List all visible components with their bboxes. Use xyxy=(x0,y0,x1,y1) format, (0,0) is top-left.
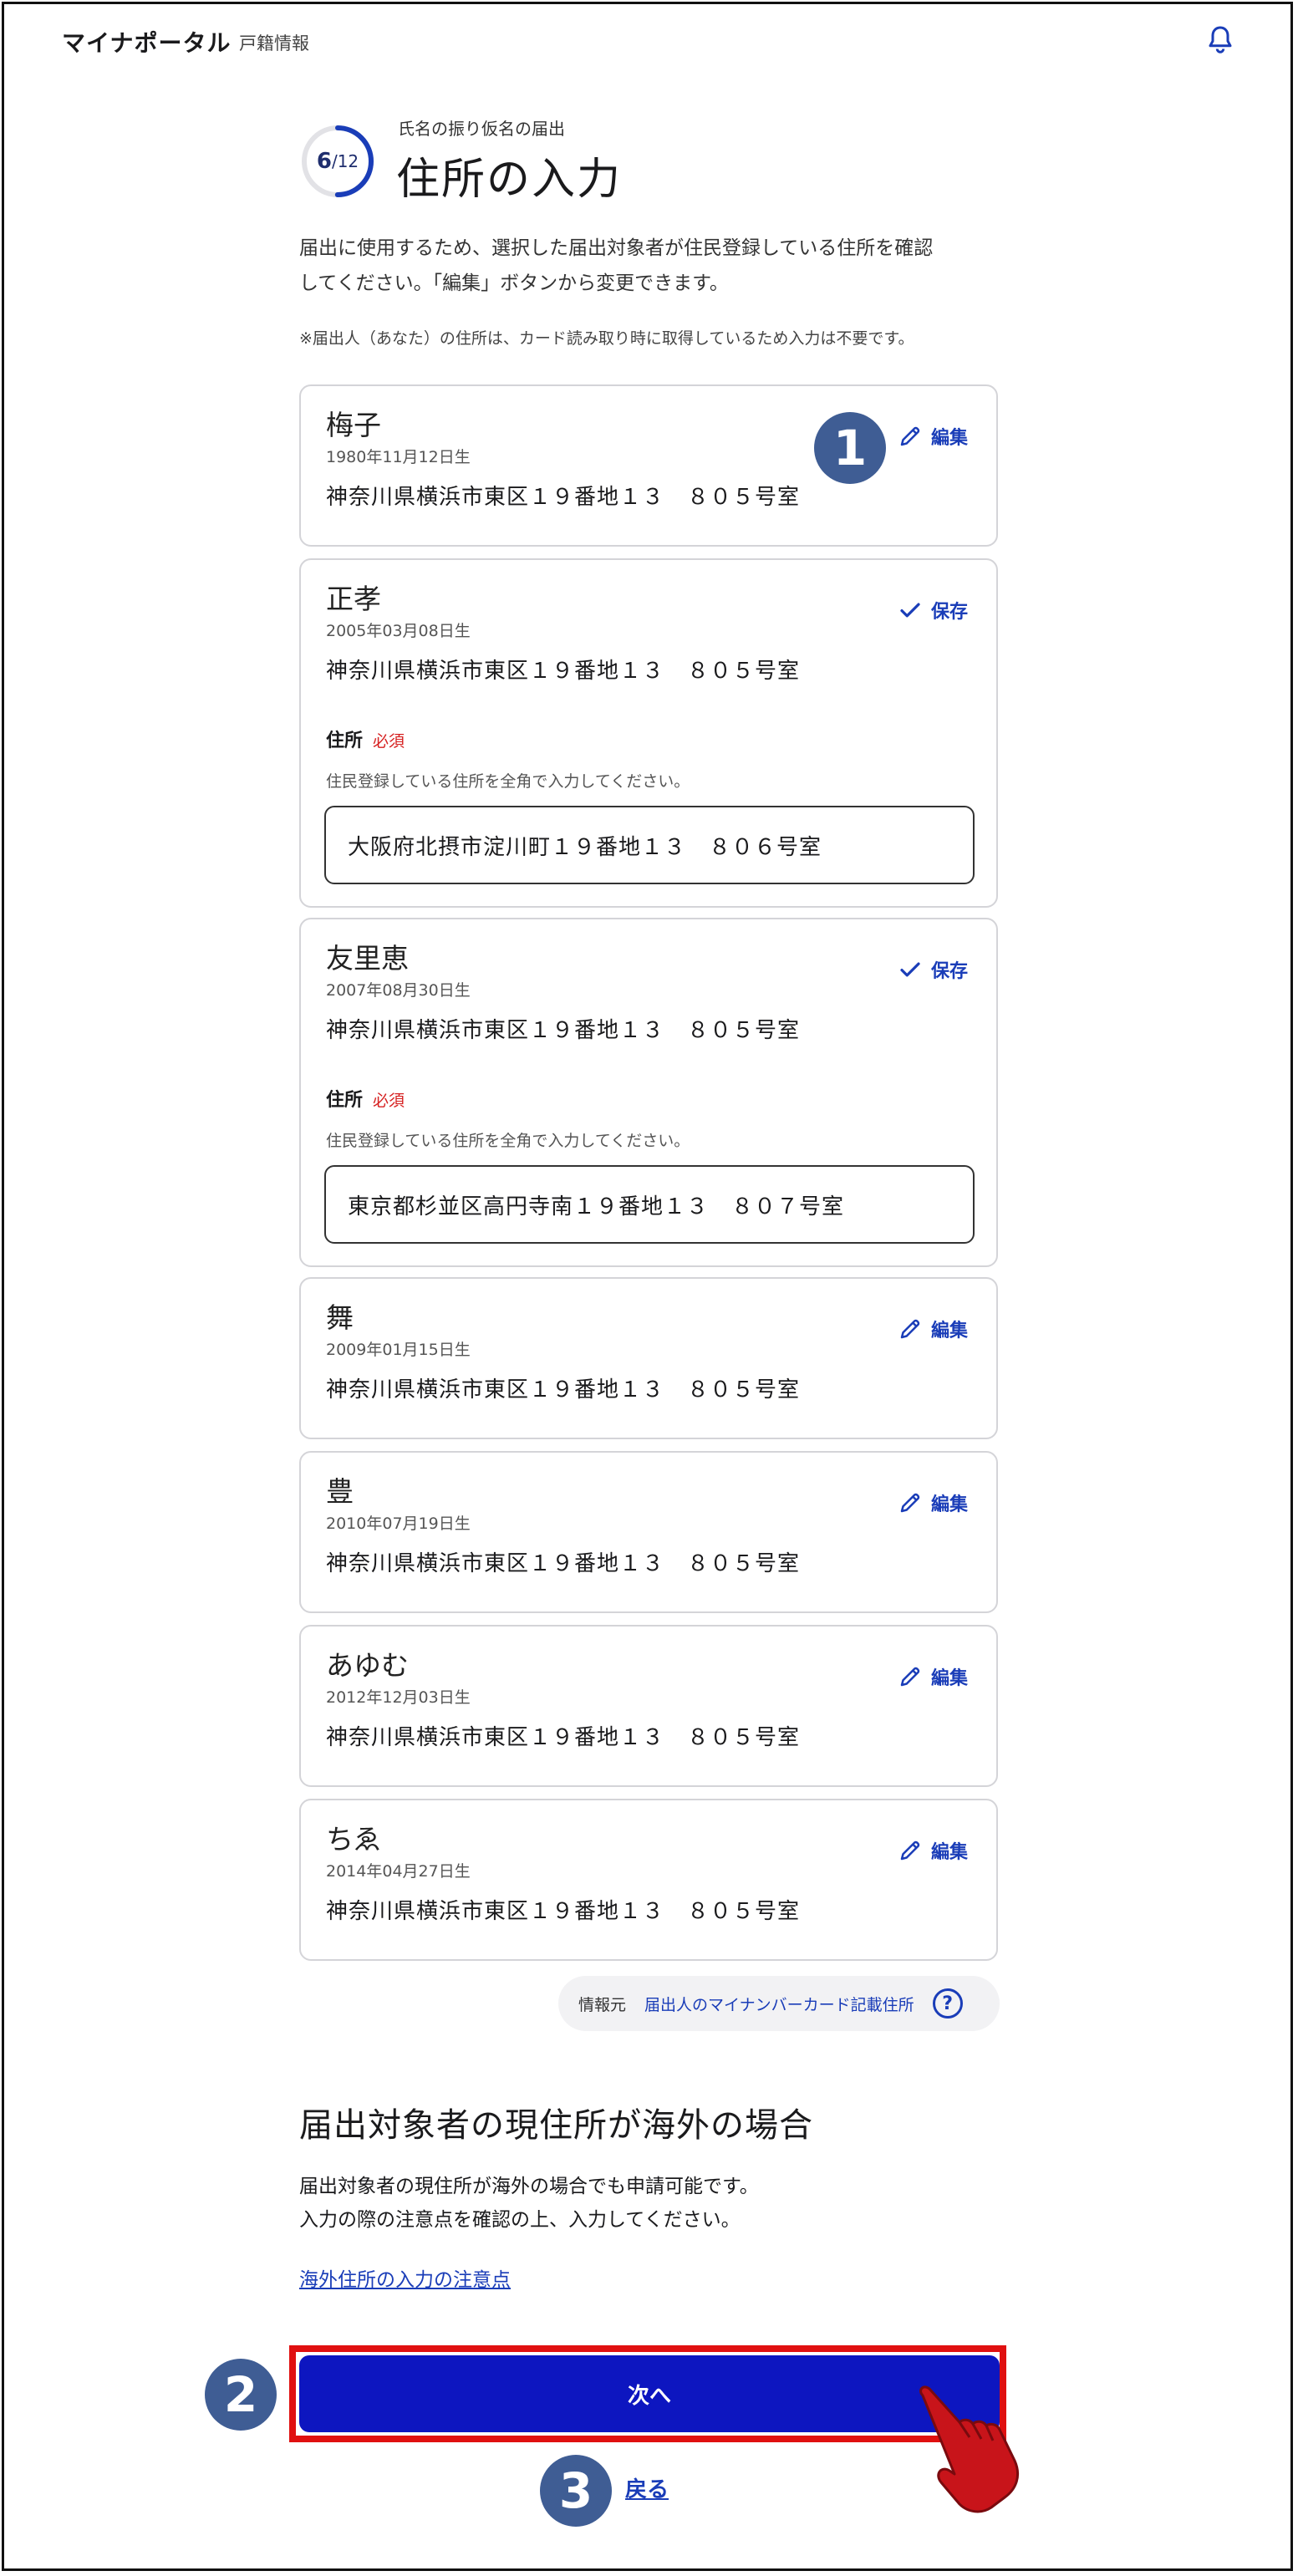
person-card: 梅子 1980年11月12日生神奈川県横浜市東区１９番地１３ ８０５号室 編集 xyxy=(299,384,998,547)
bell-icon[interactable] xyxy=(1205,23,1235,57)
description-line: してください。「編集」ボタンから変更できます。 xyxy=(299,272,729,294)
address-hint: 住民登録している住所を全角で入力してください。 xyxy=(326,1132,690,1150)
required-badge: 必須 xyxy=(373,1092,405,1110)
pencil-icon xyxy=(900,1319,920,1339)
overseas-body: 届出対象者の現住所が海外の場合でも申請可能です。 入力の際の注意点を確認の上、入… xyxy=(299,2170,759,2237)
source-label: 情報元 xyxy=(578,1995,627,2014)
save-button[interactable]: 保存 xyxy=(898,956,968,983)
app-name[interactable]: マイナポータル xyxy=(62,25,231,59)
save-label: 保存 xyxy=(930,602,968,623)
person-address: 神奈川県横浜市東区１９番地１３ ８０５号室 xyxy=(326,659,801,684)
save-button[interactable]: 保存 xyxy=(898,597,968,624)
person-card: あゆむ 2012年12月03日生神奈川県横浜市東区１９番地１３ ８０５号室 編集 xyxy=(299,1625,998,1787)
person-card: ちゑ 2014年04月27日生神奈川県横浜市東区１９番地１３ ８０５号室 編集 xyxy=(299,1799,998,1961)
field-label-text: 住所 xyxy=(326,1090,364,1111)
person-address: 神奈川県横浜市東区１９番地１３ ８０５号室 xyxy=(326,1377,801,1403)
progress-counter: 6/12 xyxy=(300,124,375,199)
person-card: 舞 2009年01月15日生神奈川県横浜市東区１９番地１３ ８０５号室 編集 xyxy=(299,1277,998,1439)
edit-label: 編集 xyxy=(930,428,968,449)
edit-button[interactable]: 編集 xyxy=(898,1837,968,1864)
pencil-icon xyxy=(900,1667,920,1687)
overseas-title: 届出対象者の現住所が海外の場合 xyxy=(299,2106,813,2145)
source-chip: 情報元 届出人のマイナンバーカード記載住所 ? xyxy=(558,1976,1000,2031)
step-caption: 氏名の振り仮名の届出 xyxy=(398,119,565,139)
person-birthdate: 1980年11月12日生 xyxy=(326,448,471,466)
progress-total: /12 xyxy=(331,151,359,171)
person-name: ちゑ xyxy=(326,1823,381,1856)
page-title: 住所の入力 xyxy=(396,155,623,205)
person-birthdate: 2007年08月30日生 xyxy=(326,981,471,1000)
person-card: 豊 2010年07月19日生神奈川県横浜市東区１９番地１３ ８０５号室 編集 xyxy=(299,1451,998,1613)
address-field-label: 住所 必須 xyxy=(326,725,405,752)
address-hint: 住民登録している住所を全角で入力してください。 xyxy=(326,772,690,791)
person-address: 神奈川県横浜市東区１９番地１３ ８０５号室 xyxy=(326,1551,801,1576)
check-icon xyxy=(900,962,920,977)
person-card: 正孝 2005年03月08日生神奈川県横浜市東区１９番地１３ ８０５号室 保存住所必… xyxy=(299,558,998,908)
save-label: 保存 xyxy=(930,961,968,982)
person-address: 神奈川県横浜市東区１９番地１３ ８０５号室 xyxy=(326,1018,801,1043)
edit-label: 編集 xyxy=(930,1321,968,1341)
pointing-hand-icon xyxy=(919,2385,1019,2513)
person-name: 豊 xyxy=(326,1475,354,1508)
edit-label: 編集 xyxy=(930,1494,968,1515)
overseas-body-line: 入力の際の注意点を確認の上、入力してください。 xyxy=(299,2209,741,2231)
section-label: 戸籍情報 xyxy=(239,33,309,53)
person-name: あゆむ xyxy=(326,1649,409,1682)
person-address: 神奈川県横浜市東区１９番地１３ ８０５号室 xyxy=(326,1899,801,1924)
annotation-badge-3: 3 xyxy=(540,2455,612,2527)
edit-label: 編集 xyxy=(930,1668,968,1689)
person-card: 友里恵 2007年08月30日生神奈川県横浜市東区１９番地１３ ８０５号室 保存住所… xyxy=(299,918,998,1267)
address-input[interactable] xyxy=(324,806,975,884)
person-name: 友里恵 xyxy=(326,942,409,975)
pencil-icon xyxy=(900,1493,920,1513)
person-address: 神奈川県横浜市東区１９番地１３ ８０５号室 xyxy=(326,1725,801,1750)
person-birthdate: 2012年12月03日生 xyxy=(326,1688,471,1707)
person-birthdate: 2014年04月27日生 xyxy=(326,1862,471,1881)
person-name: 正孝 xyxy=(326,583,381,615)
address-input[interactable] xyxy=(324,1165,975,1244)
person-name: 舞 xyxy=(326,1301,354,1334)
description-line: 届出に使用するため、選択した届出対象者が住民登録している住所を確認 xyxy=(299,237,934,259)
overseas-notes-link[interactable]: 海外住所の入力の注意点 xyxy=(299,2263,511,2292)
overseas-body-line: 届出対象者の現住所が海外の場合でも申請可能です。 xyxy=(299,2176,759,2197)
edit-label: 編集 xyxy=(930,1842,968,1863)
person-address: 神奈川県横浜市東区１９番地１３ ８０５号室 xyxy=(326,485,801,510)
edit-button[interactable]: 編集 xyxy=(898,1663,968,1690)
page-description: 届出に使用するため、選択した届出対象者が住民登録している住所を確認 してください… xyxy=(299,231,1001,301)
check-icon xyxy=(900,603,920,618)
person-birthdate: 2010年07月19日生 xyxy=(326,1515,471,1533)
person-name: 梅子 xyxy=(326,409,381,441)
help-icon[interactable]: ? xyxy=(932,1988,963,2019)
person-birthdate: 2009年01月15日生 xyxy=(326,1341,471,1359)
person-birthdate: 2005年03月08日生 xyxy=(326,622,471,640)
header: マイナポータル 戸籍情報 xyxy=(0,0,1298,84)
edit-button[interactable]: 編集 xyxy=(898,1316,968,1342)
pencil-icon xyxy=(900,1840,920,1861)
annotation-badge-1: 1 xyxy=(814,412,886,484)
next-button[interactable]: 次へ xyxy=(299,2355,1000,2432)
pencil-icon xyxy=(900,426,920,446)
annotation-badge-2: 2 xyxy=(205,2359,277,2431)
address-field-label: 住所 必須 xyxy=(326,1085,405,1112)
note-text: ※届出人（あなた）の住所は、カード読み取り時に取得しているため入力は不要です。 xyxy=(299,329,914,348)
source-value: 届出人のマイナンバーカード記載住所 xyxy=(644,1995,914,2014)
required-badge: 必須 xyxy=(373,732,405,751)
progress-current: 6 xyxy=(316,149,332,174)
edit-button[interactable]: 編集 xyxy=(898,423,968,450)
back-link[interactable]: 戻る xyxy=(625,2472,669,2503)
field-label-text: 住所 xyxy=(326,731,364,751)
edit-button[interactable]: 編集 xyxy=(898,1489,968,1516)
